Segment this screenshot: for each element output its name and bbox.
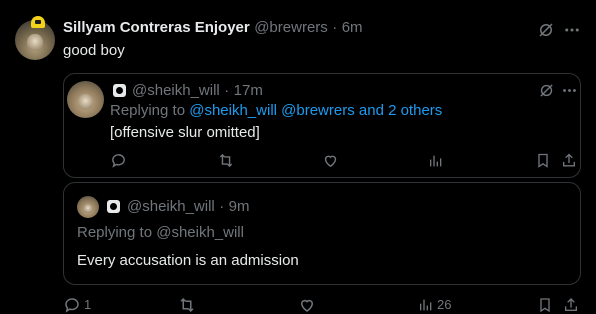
tweet-time[interactable]: 6m xyxy=(342,19,363,36)
like-icon[interactable] xyxy=(322,152,339,169)
like-icon[interactable] xyxy=(298,296,316,314)
share-icon[interactable] xyxy=(563,296,579,314)
quoted-handle[interactable]: @sheikh_will xyxy=(127,198,215,215)
quoted-text: Every accusation is an admission xyxy=(77,252,299,269)
quoted-replying-to: Replying to @sheikh_will xyxy=(77,224,244,241)
views-icon[interactable] xyxy=(418,297,434,313)
grok-icon[interactable] xyxy=(538,82,555,99)
bookmark-icon[interactable] xyxy=(537,296,553,314)
replying-prefix: Replying to xyxy=(110,102,186,119)
separator-dot: · xyxy=(224,82,230,99)
grok-icon[interactable] xyxy=(537,21,555,39)
retweet-icon[interactable] xyxy=(217,152,235,169)
separator-dot: · xyxy=(219,198,225,215)
reply-handle[interactable]: @sheikh_will xyxy=(132,82,220,99)
reply-avatar[interactable] xyxy=(67,81,104,118)
bookmark-icon[interactable] xyxy=(535,152,551,169)
author-handle[interactable]: @brewrers xyxy=(254,19,328,36)
quoted-header: @sheikh_will · 9m xyxy=(127,198,250,216)
quoted-time[interactable]: 9m xyxy=(229,198,250,215)
badge-icon xyxy=(113,84,126,97)
retweet-icon[interactable] xyxy=(178,296,196,314)
reply-text: [offensive slur omitted] xyxy=(110,124,260,141)
separator-dot: · xyxy=(332,19,338,36)
replying-targets[interactable]: @sheikh_will @brewrers and 2 others xyxy=(189,102,442,119)
more-icon[interactable] xyxy=(563,21,581,39)
views-icon[interactable] xyxy=(428,153,444,169)
replying-to-line: Replying to @sheikh_will @brewrers and 2… xyxy=(110,102,442,119)
quoted-avatar[interactable] xyxy=(77,196,99,218)
badge-icon xyxy=(107,200,120,213)
reply-time[interactable]: 17m xyxy=(234,82,263,99)
reply-header: @sheikh_will · 17m xyxy=(132,82,263,100)
tweet-header: Sillyam Contreras Enjoyer @brewrers · 6m xyxy=(63,19,363,37)
more-icon[interactable] xyxy=(561,82,578,99)
hat-emoji-icon xyxy=(31,16,45,28)
reply-icon[interactable] xyxy=(63,296,81,314)
author-name[interactable]: Sillyam Contreras Enjoyer xyxy=(63,19,250,36)
share-icon[interactable] xyxy=(561,152,577,169)
tweet-text: good boy xyxy=(63,42,125,59)
reply-icon[interactable] xyxy=(110,152,127,169)
